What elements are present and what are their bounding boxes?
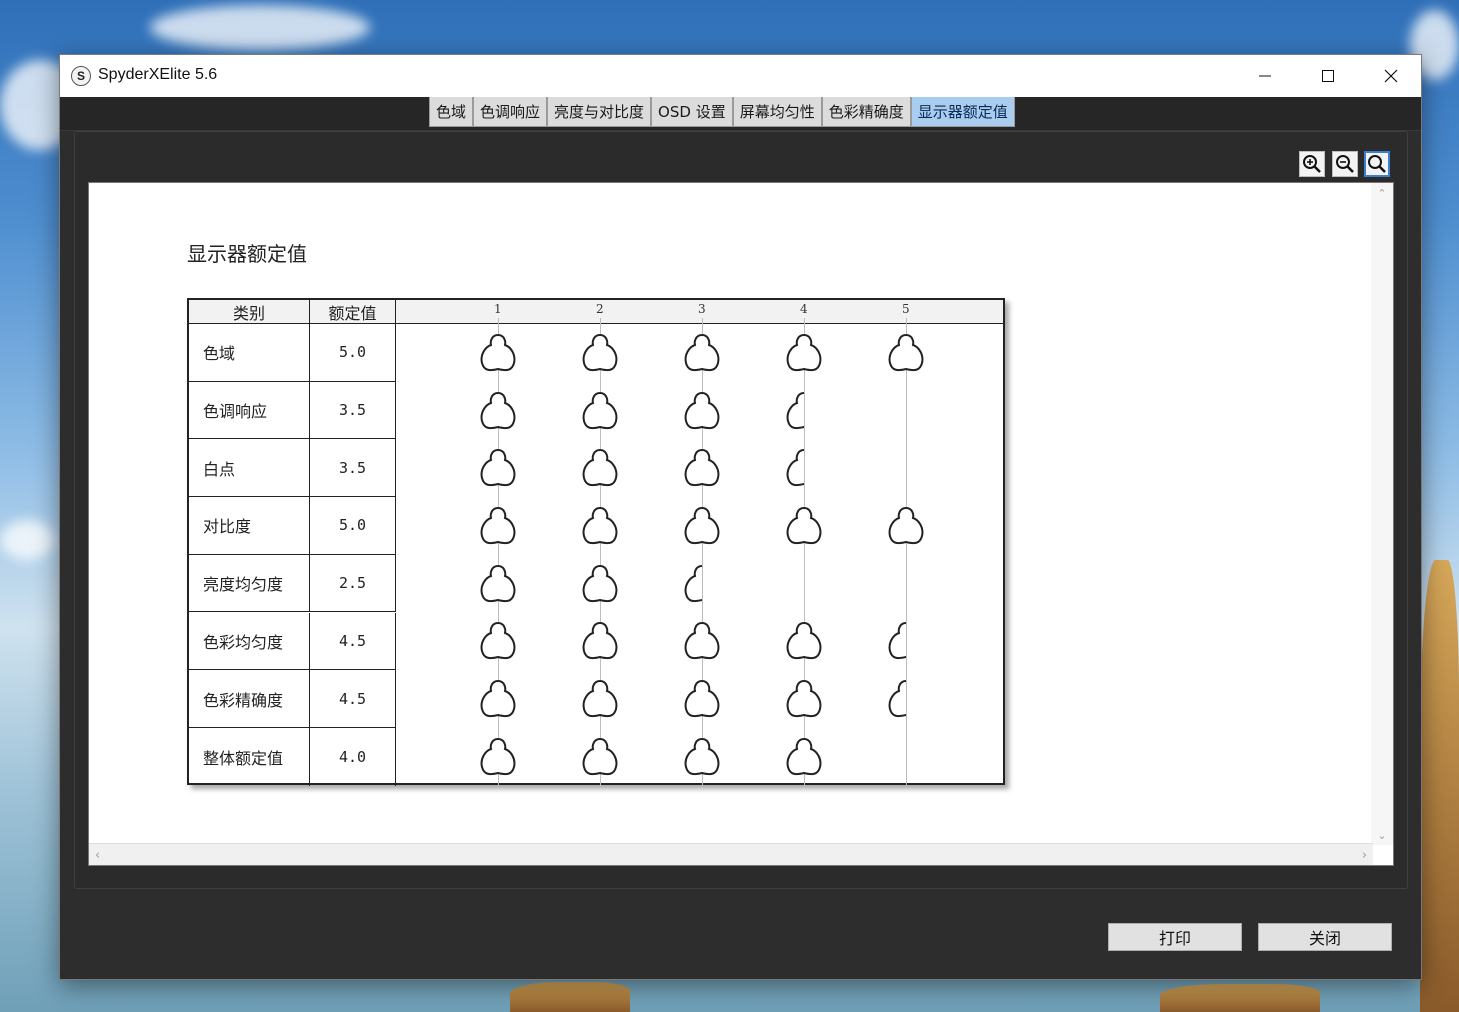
rating-row-value: 2.5 [310, 554, 396, 613]
desktop-rock [1160, 984, 1320, 1012]
spider-rating-icon [582, 506, 618, 545]
desktop-cloud [0, 520, 55, 560]
spider-rating-icon [786, 449, 804, 487]
spider-rating-icon [480, 333, 516, 371]
rating-row-category: 色域 [189, 324, 310, 382]
spider-rating-icon [684, 506, 720, 545]
rating-table: 类别 额定值 1 2 3 4 5 色域 5.0 色调响应 3.5 白点 3.5 对比度 5.0 亮度均匀度… [187, 298, 1005, 786]
scale-tick-label: 5 [902, 302, 910, 316]
spider-rating-icon [684, 737, 720, 775]
scale-tick-label: 2 [596, 302, 604, 316]
rating-row-category: 亮度均匀度 [189, 554, 310, 613]
scroll-left-icon[interactable]: ‹ [95, 848, 100, 863]
tab-gamut[interactable]: 色域 [429, 97, 474, 127]
spider-rating-icon [480, 391, 516, 429]
desktop-cloud [150, 5, 370, 50]
spider-rating-icon [684, 333, 720, 371]
spider-rating-icon [888, 622, 906, 660]
zoom-out-icon [1336, 155, 1354, 173]
app-logo-icon: S [71, 66, 91, 86]
header-category: 类别 [189, 300, 310, 324]
minimize-icon [1258, 75, 1271, 77]
tab-brightness-contrast[interactable]: 亮度与对比度 [547, 97, 652, 127]
spider-rating-icon [786, 333, 822, 371]
maximize-button[interactable] [1296, 55, 1359, 97]
spider-rating-icon [582, 391, 618, 429]
zoom-in-button[interactable] [1299, 151, 1325, 177]
vertical-scrollbar[interactable]: ⌃ ⌄ [1371, 183, 1393, 845]
spider-rating-icon [480, 449, 516, 487]
scale-tick-label: 1 [494, 302, 502, 316]
title-bar[interactable]: S SpyderXElite 5.6 [60, 55, 1421, 97]
report-viewport[interactable]: 显示器额定值 类别 额定值 1 2 3 4 5 色域 5.0 色调响应 3.5 白点 3.5 对比度 5… [88, 182, 1394, 866]
zoom-fit-button[interactable] [1364, 151, 1390, 177]
spider-rating-icon [582, 680, 618, 718]
scale-tick-label: 3 [698, 302, 706, 316]
spider-rating-icon [582, 449, 618, 487]
rating-row-value: 5.0 [310, 324, 396, 382]
rating-row-category: 整体额定值 [189, 727, 310, 786]
spider-rating-icon [888, 680, 906, 718]
spider-rating-icon [480, 622, 516, 660]
scale-tick-label: 4 [800, 302, 808, 316]
close-window-button[interactable] [1359, 55, 1422, 97]
spider-rating-icon [786, 391, 804, 429]
close-icon [1384, 69, 1397, 83]
print-button[interactable]: 打印 [1108, 923, 1242, 951]
rating-row-category: 对比度 [189, 497, 310, 555]
spider-rating-icon [684, 449, 720, 487]
rating-row-category: 白点 [189, 439, 310, 498]
rating-row-category: 色调响应 [189, 381, 310, 440]
tab-color-accuracy[interactable]: 色彩精确度 [821, 97, 911, 127]
report-tabs: 色域 色调响应 亮度与对比度 OSD 设置 屏幕均匀性 色彩精确度 显示器额定值 [429, 97, 1015, 127]
tab-display-rating[interactable]: 显示器额定值 [910, 97, 1015, 127]
spider-rating-icon [480, 737, 516, 775]
rating-row-value: 3.5 [310, 439, 396, 498]
spider-rating-icon [684, 622, 720, 660]
scroll-down-icon[interactable]: ⌄ [1376, 829, 1388, 842]
horizontal-scrollbar[interactable]: ‹ › [89, 843, 1373, 865]
scroll-up-icon[interactable]: ⌃ [1376, 187, 1388, 200]
desktop-rock [1420, 560, 1459, 1012]
spider-rating-icon [786, 506, 822, 545]
zoom-in-icon [1303, 155, 1321, 173]
header-rating: 额定值 [310, 300, 396, 324]
spider-rating-icon [582, 564, 618, 602]
minimize-button[interactable] [1233, 55, 1296, 97]
spider-rating-icon [786, 737, 822, 775]
zoom-fit-icon [1368, 155, 1386, 173]
zoom-out-button[interactable] [1332, 151, 1358, 177]
rating-row-value: 4.5 [310, 612, 396, 671]
tab-screen-uniformity[interactable]: 屏幕均匀性 [732, 97, 822, 127]
spider-rating-icon [480, 564, 516, 602]
report-title: 显示器额定值 [187, 242, 307, 266]
tab-osd-settings[interactable]: OSD 设置 [651, 97, 733, 127]
spider-rating-icon [684, 680, 720, 718]
window-title: SpyderXElite 5.6 [98, 66, 218, 83]
spider-rating-icon [888, 333, 924, 371]
rating-row-value: 4.5 [310, 670, 396, 728]
spider-rating-icon [684, 564, 702, 602]
rating-row-value: 5.0 [310, 497, 396, 555]
spider-rating-icon [684, 391, 720, 429]
spider-rating-icon [582, 333, 618, 371]
spider-rating-icon [480, 506, 516, 545]
rating-row-category: 色彩精确度 [189, 670, 310, 728]
spider-rating-icon [786, 622, 822, 660]
spider-rating-icon [480, 680, 516, 718]
spider-rating-icon [582, 737, 618, 775]
spider-rating-icon [888, 506, 924, 545]
scroll-right-icon[interactable]: › [1362, 848, 1367, 863]
tab-tone-response[interactable]: 色调响应 [473, 97, 548, 127]
rating-row-value: 4.0 [310, 727, 396, 786]
spider-rating-icon [786, 680, 822, 718]
maximize-icon [1321, 70, 1334, 82]
close-button[interactable]: 关闭 [1258, 923, 1392, 951]
app-window: S SpyderXElite 5.6 色域 色调响应 亮度与对比度 OSD 设置… [59, 54, 1422, 980]
desktop-rock [510, 982, 630, 1012]
rating-row-category: 色彩均匀度 [189, 612, 310, 671]
rating-row-value: 3.5 [310, 381, 396, 440]
spider-rating-icon [582, 622, 618, 660]
